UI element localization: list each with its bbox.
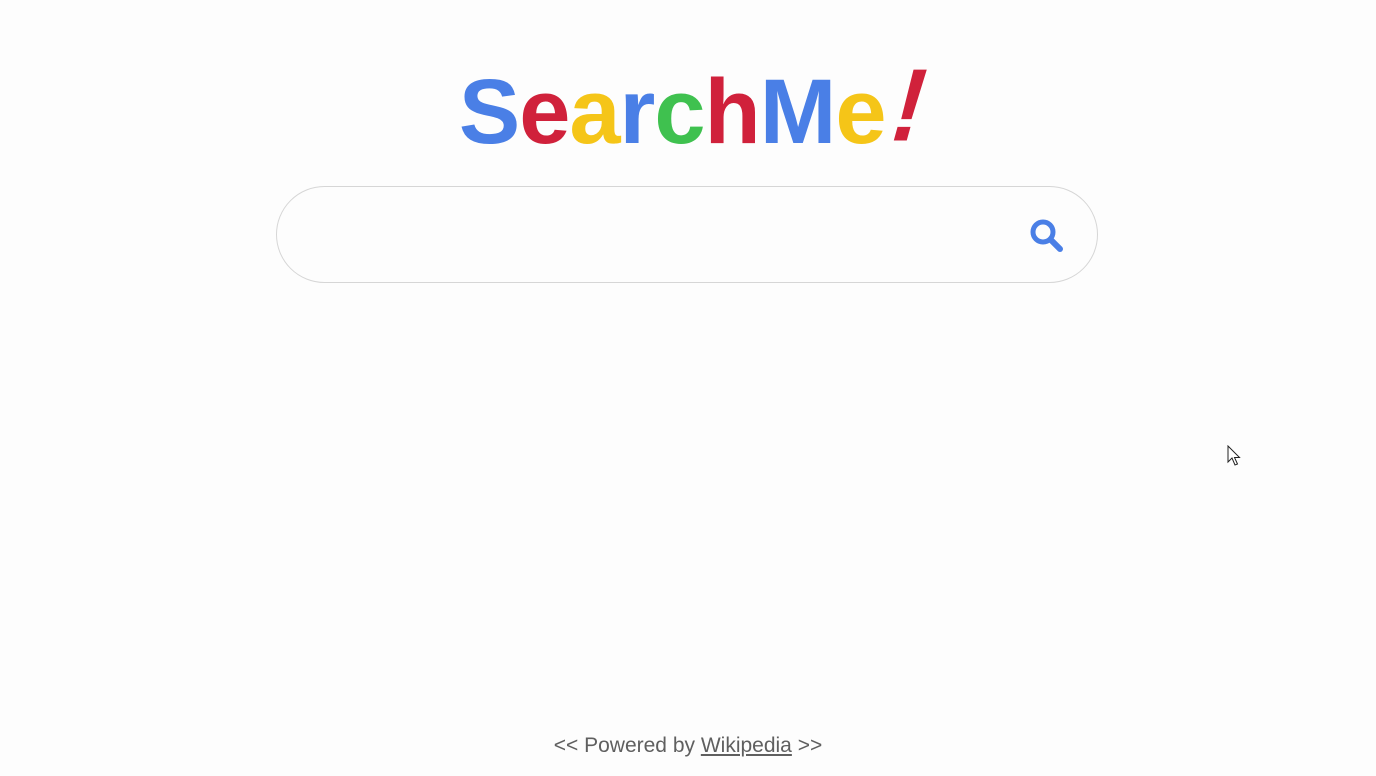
mouse-pointer-icon — [1227, 444, 1241, 467]
footer-suffix: >> — [791, 734, 823, 757]
search-input[interactable] — [307, 209, 1011, 263]
logo-letter: ! — [887, 48, 930, 164]
page: SearchMe! << Powered by Wikipedia >> — [0, 0, 1376, 776]
wikipedia-link[interactable]: Wikipedia — [701, 734, 792, 757]
search-button[interactable] — [1027, 216, 1067, 256]
footer-prefix: << Powered by — [553, 734, 701, 757]
logo-letter: e — [519, 61, 570, 163]
logo-letter: S — [458, 61, 520, 163]
logo-letter: h — [704, 61, 761, 163]
logo-letter: c — [654, 61, 705, 163]
search-icon — [1027, 216, 1067, 256]
logo-letter: r — [619, 61, 656, 163]
logo-letter: a — [569, 61, 620, 163]
logo-letter: e — [835, 61, 886, 163]
search-bar — [276, 186, 1098, 283]
logo-letter: M — [759, 61, 837, 163]
searchme-logo: SearchMe! — [0, 49, 1376, 163]
footer: << Powered by Wikipedia >> — [0, 733, 1376, 759]
